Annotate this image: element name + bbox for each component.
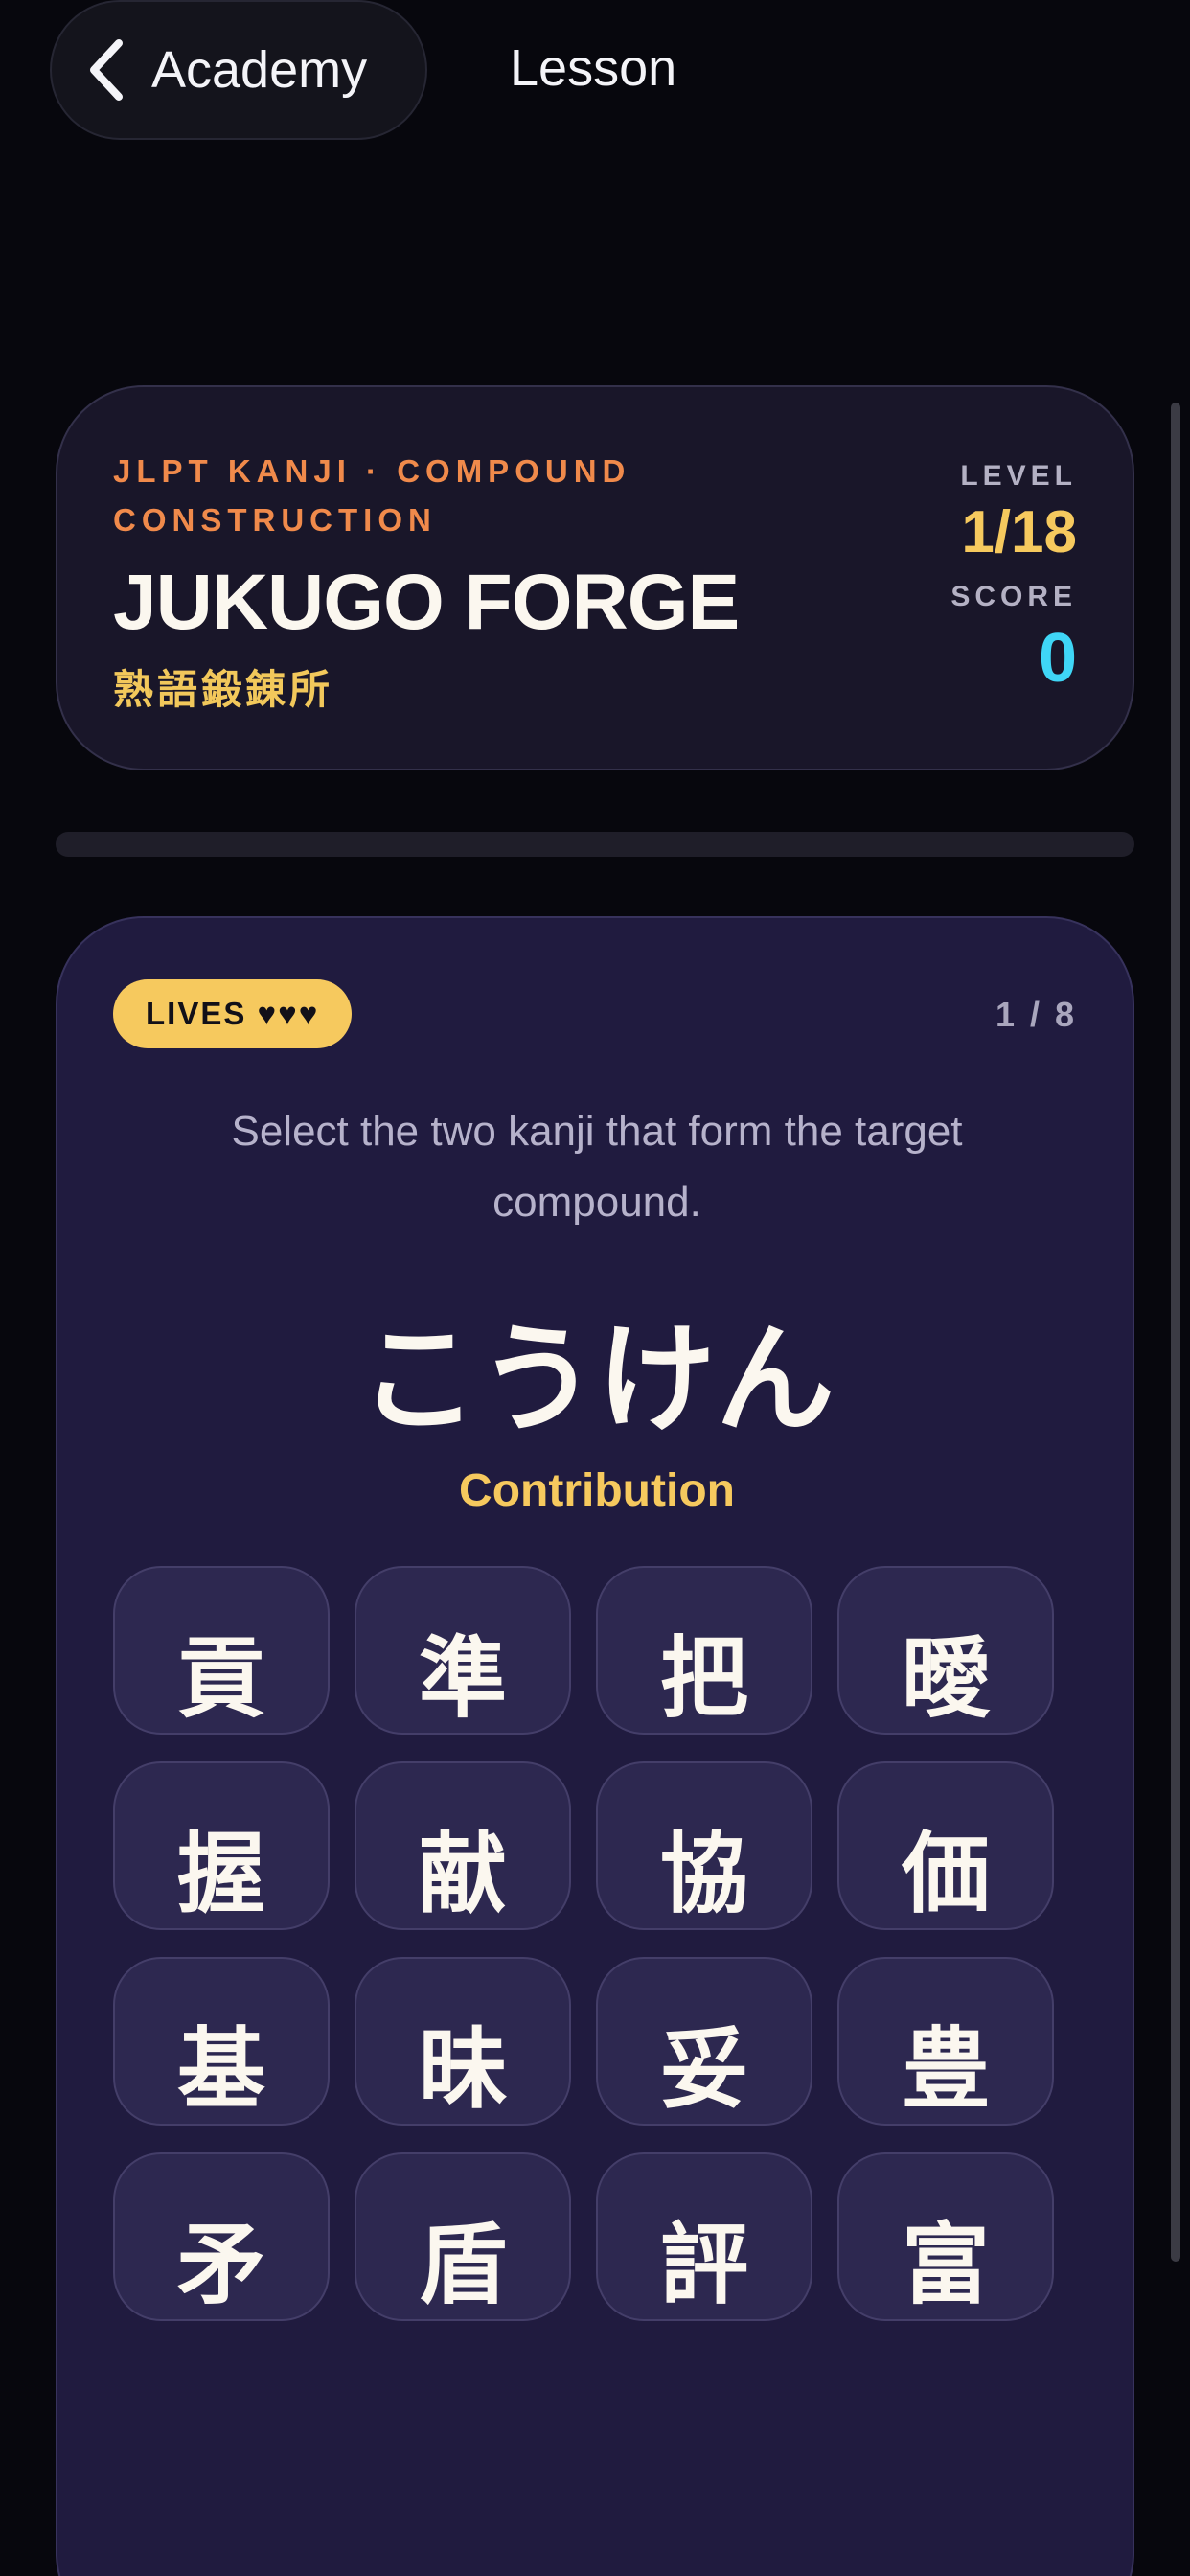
kanji-tile-label: 妥 — [659, 2018, 748, 2121]
kanji-tile[interactable]: 矛 — [113, 2152, 330, 2321]
kanji-tile[interactable]: 妥 — [596, 1957, 812, 2126]
kanji-tile-label: 協 — [659, 1823, 748, 1925]
level-label: LEVEL — [960, 460, 1077, 492]
nav-title: Lesson — [510, 39, 677, 97]
kanji-tile-label: 富 — [901, 2214, 990, 2316]
kanji-tile-label: 献 — [418, 1823, 507, 1925]
kanji-tile-label: 昧 — [418, 2018, 507, 2121]
back-button-label: Academy — [151, 41, 368, 99]
kanji-tile-label: 評 — [659, 2214, 748, 2316]
back-button[interactable]: Academy — [50, 0, 427, 140]
lives-badge: LIVES ♥♥♥ — [113, 979, 353, 1048]
kanji-tile-label: 握 — [176, 1823, 265, 1925]
target-meaning: Contribution — [459, 1465, 735, 1516]
kanji-tile-label: 矛 — [176, 2214, 265, 2316]
lesson-screen: Academy Lesson JLPT KANJI · COMPOUND CON… — [0, 0, 1190, 2576]
kanji-tile[interactable]: 豊 — [837, 1957, 1054, 2126]
kanji-tile-label: 把 — [659, 1627, 748, 1730]
game-card: LIVES ♥♥♥ 1 / 8 Select the two kanji tha… — [56, 916, 1134, 2576]
kanji-tile[interactable]: 昧 — [355, 1957, 571, 2126]
kanji-tile[interactable]: 貢 — [113, 1566, 330, 1735]
kanji-tile-label: 盾 — [418, 2214, 507, 2316]
scrollbar[interactable] — [1171, 402, 1180, 2262]
lesson-header-card: JLPT KANJI · COMPOUND CONSTRUCTION JUKUG… — [56, 385, 1134, 770]
target-reading: こうけん — [358, 1311, 835, 1449]
kanji-tile[interactable]: 価 — [837, 1761, 1054, 1930]
kanji-tile[interactable]: 富 — [837, 2152, 1054, 2321]
kanji-tile[interactable]: 協 — [596, 1761, 812, 1930]
question-counter: 1 / 8 — [995, 995, 1077, 1034]
lesson-japanese-title: 熟語鍛錬所 — [113, 667, 334, 712]
kanji-tile-label: 価 — [901, 1823, 990, 1925]
kanji-tile[interactable]: 献 — [355, 1761, 571, 1930]
kanji-tile[interactable]: 握 — [113, 1761, 330, 1930]
kanji-tile-label: 曖 — [901, 1627, 990, 1730]
kanji-tile-label: 豊 — [901, 2018, 990, 2121]
progress-bar — [56, 832, 1134, 857]
lesson-subtitle: JLPT KANJI · COMPOUND CONSTRUCTION — [113, 453, 631, 538]
instruction-text: Select the two kanji that form the targe… — [231, 1108, 963, 1226]
kanji-tile-label: 貢 — [176, 1627, 265, 1730]
kanji-tile[interactable]: 曖 — [837, 1566, 1054, 1735]
score-label: SCORE — [950, 581, 1077, 612]
kanji-tile-label: 基 — [176, 2018, 265, 2121]
kanji-tile[interactable]: 準 — [355, 1566, 571, 1735]
kanji-tile-label: 準 — [418, 1627, 507, 1730]
level-value: 1/18 — [961, 499, 1077, 565]
kanji-tile[interactable]: 評 — [596, 2152, 812, 2321]
kanji-tile[interactable]: 把 — [596, 1566, 812, 1735]
kanji-tile[interactable]: 基 — [113, 1957, 330, 2126]
score-value: 0 — [1038, 620, 1077, 697]
chevron-left-icon — [90, 39, 123, 101]
kanji-tile[interactable]: 盾 — [355, 2152, 571, 2321]
lesson-title: JUKUGO FORGE — [113, 559, 740, 646]
